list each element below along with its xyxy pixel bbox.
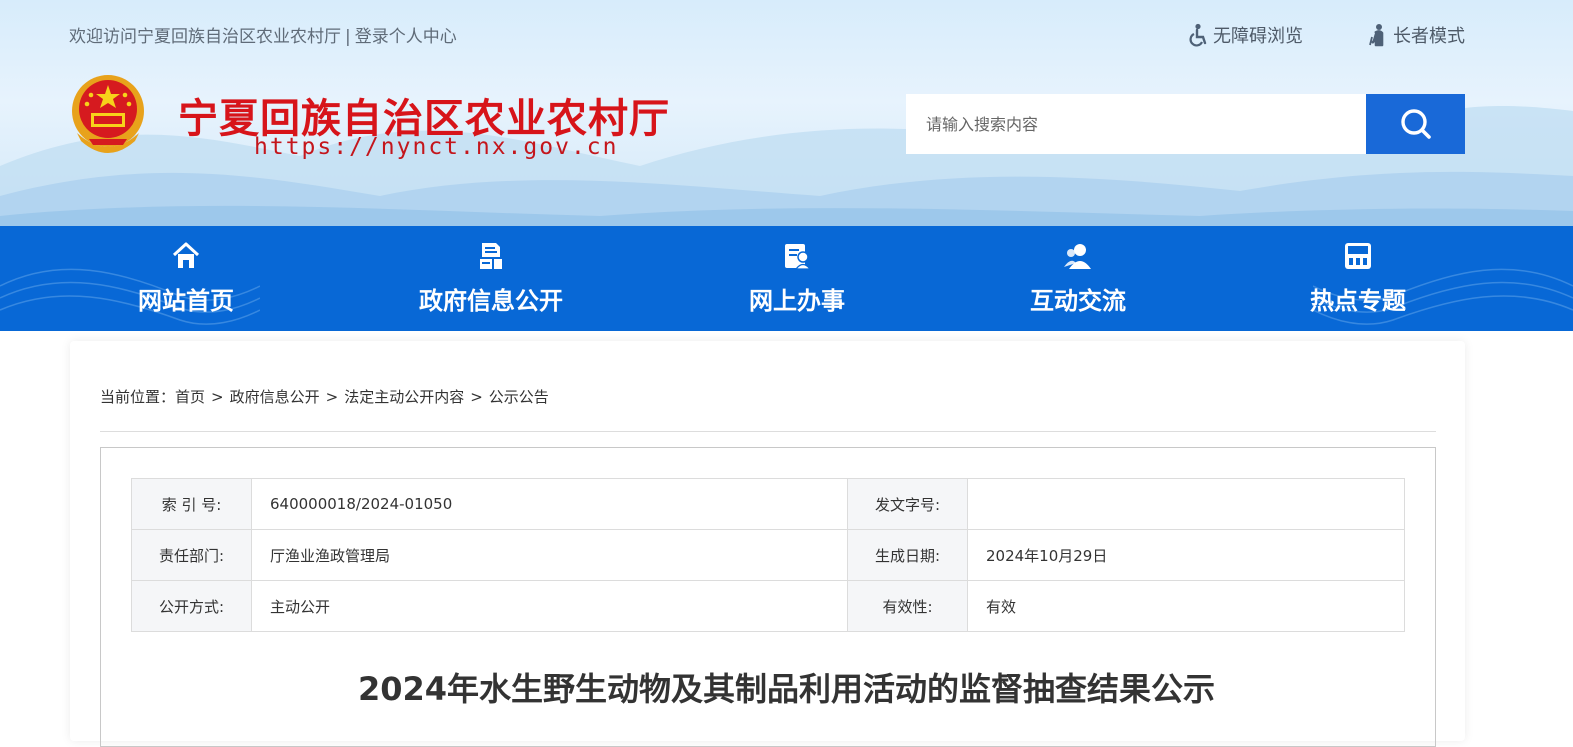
nav-item-hot-topics[interactable]: 热点专题 [1283, 226, 1433, 331]
site-header: 欢迎访问宁夏回族自治区农业农村厅 | 登录个人中心 无障碍浏览 长者模式 宁夏回… [0, 0, 1573, 226]
meta-key-date: 生成日期: [847, 529, 968, 581]
elder-mode-label: 长者模式 [1393, 26, 1465, 47]
accessibility-button[interactable]: 无障碍浏览 [1187, 22, 1303, 48]
document-title: 2024年水生野生动物及其制品利用活动的监督抽查结果公示 [357, 670, 1216, 708]
breadcrumb-gov-info[interactable]: 政府信息公开 [230, 388, 320, 406]
meta-key-doc-no: 发文字号: [847, 478, 968, 530]
table-row: 责任部门: 厅渔业渔政管理局 生成日期: 2024年10月29日 [131, 529, 1405, 581]
search-button[interactable] [1366, 94, 1465, 154]
users-icon [1064, 244, 1091, 269]
topic-icon [1345, 243, 1371, 269]
meta-value-dept: 厅渔业渔政管理局 [251, 529, 848, 581]
breadcrumb-notices[interactable]: 公示公告 [489, 388, 549, 406]
top-right-tools: 无障碍浏览 长者模式 [1187, 22, 1465, 48]
meta-key-publish: 公开方式: [131, 580, 252, 632]
meta-key-index: 索 引 号: [131, 478, 252, 530]
login-link[interactable]: 登录个人中心 [355, 27, 457, 47]
breadcrumb-statutory[interactable]: 法定主动公开内容 [344, 388, 464, 406]
document-meta-table: 索 引 号: 640000018/2024-01050 发文字号: 责任部门: … [131, 478, 1405, 632]
search-icon [1400, 109, 1431, 139]
meta-value-doc-no [967, 478, 1405, 530]
breadcrumb-separator: > [211, 388, 224, 406]
nav-item-home[interactable]: 网站首页 [111, 226, 261, 331]
elder-mode-button[interactable]: 长者模式 [1367, 22, 1465, 48]
accessibility-label: 无障碍浏览 [1213, 26, 1303, 47]
nav-label: 网站首页 [138, 287, 234, 315]
link-separator: | [345, 27, 351, 47]
main-nav: 网站首页 政府信息公开 网上办事 互动交流 热点专题 [0, 226, 1573, 331]
breadcrumb-divider [100, 431, 1436, 432]
nav-label: 互动交流 [1030, 287, 1126, 315]
nav-label: 热点专题 [1310, 287, 1406, 315]
search-input[interactable] [906, 94, 1366, 154]
meta-key-dept: 责任部门: [131, 529, 252, 581]
nav-item-online-service[interactable]: 网上办事 [722, 226, 872, 331]
meta-value-validity: 有效 [967, 580, 1405, 632]
meta-value-date: 2024年10月29日 [967, 529, 1405, 581]
table-row: 索 引 号: 640000018/2024-01050 发文字号: [131, 478, 1405, 530]
breadcrumb: 当前位置：首页 > 政府信息公开 > 法定主动公开内容 > 公示公告 [100, 386, 549, 407]
meta-value-publish: 主动公开 [251, 580, 848, 632]
site-url: https://nynct.nx.gov.cn [254, 134, 619, 160]
national-emblem-icon [72, 75, 144, 153]
document-icon [480, 243, 502, 269]
top-links: 欢迎访问宁夏回族自治区农业农村厅 | 登录个人中心 [69, 22, 457, 47]
meta-value-index: 640000018/2024-01050 [251, 478, 848, 530]
breadcrumb-separator: > [470, 388, 483, 406]
meta-key-validity: 有效性: [847, 580, 968, 632]
breadcrumb-separator: > [325, 388, 339, 406]
table-row: 公开方式: 主动公开 有效性: 有效 [131, 580, 1405, 632]
elder-icon [1369, 24, 1384, 47]
nav-item-interaction[interactable]: 互动交流 [1003, 226, 1153, 331]
home-icon [172, 242, 200, 268]
nav-label: 网上办事 [749, 287, 845, 315]
nav-label: 政府信息公开 [419, 287, 563, 315]
breadcrumb-home[interactable]: 首页 [175, 388, 205, 406]
breadcrumb-prefix: 当前位置： [100, 388, 176, 406]
welcome-link[interactable]: 欢迎访问宁夏回族自治区农业农村厅 [69, 27, 341, 47]
service-icon [785, 244, 812, 270]
nav-item-gov-info[interactable]: 政府信息公开 [401, 226, 581, 331]
wheelchair-icon [1189, 23, 1207, 47]
